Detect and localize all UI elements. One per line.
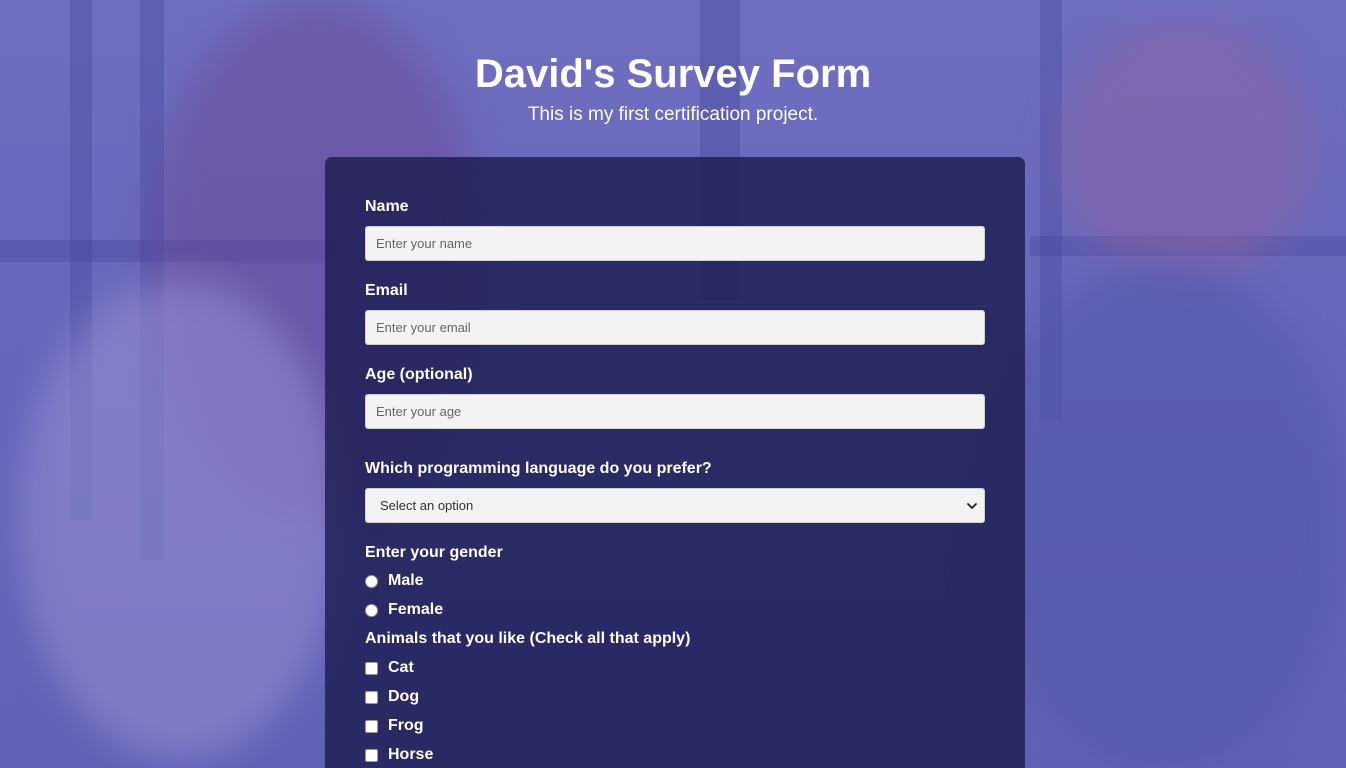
animal-option-dog[interactable]: Dog [365,687,419,707]
male-radio[interactable] [365,574,378,588]
chevron-down-icon [967,503,977,509]
email-label: Email [365,282,408,299]
gender-label: Enter your gender [365,544,503,561]
language-label: Which programming language do you prefer… [365,460,712,477]
age-label: Age (optional) [365,366,473,383]
language-dropdown-value: Select an option [380,498,474,513]
name-input[interactable] [365,226,985,261]
horse-checkbox-label: Horse [388,746,434,763]
survey-form: Name Email Age (optional) Which programm… [325,157,1025,768]
gender-option-male[interactable]: Male [365,571,424,591]
animal-option-cat[interactable]: Cat [365,658,414,678]
page-title: David's Survey Form [474,52,872,96]
dog-checkbox[interactable] [365,690,378,704]
animals-label: Animals that you like (Check all that ap… [365,630,691,647]
frog-checkbox-label: Frog [388,717,424,734]
age-input[interactable] [365,394,985,429]
frog-checkbox[interactable] [365,719,378,733]
male-radio-label: Male [388,572,424,589]
name-label: Name [365,198,409,215]
cat-checkbox-label: Cat [388,659,414,676]
language-dropdown[interactable]: Select an option [365,488,985,523]
gender-option-female[interactable]: Female [365,600,443,620]
animal-option-frog[interactable]: Frog [365,716,424,736]
page-description: This is my first certification project. [527,104,819,125]
cat-checkbox[interactable] [365,661,378,675]
dog-checkbox-label: Dog [388,688,420,705]
animal-option-horse[interactable]: Horse [365,745,433,765]
email-input[interactable] [365,310,985,345]
female-radio-label: Female [388,601,444,618]
page-header: David's Survey Form This is my first cer… [0,48,1346,128]
horse-checkbox[interactable] [365,748,378,762]
female-radio[interactable] [365,603,378,617]
